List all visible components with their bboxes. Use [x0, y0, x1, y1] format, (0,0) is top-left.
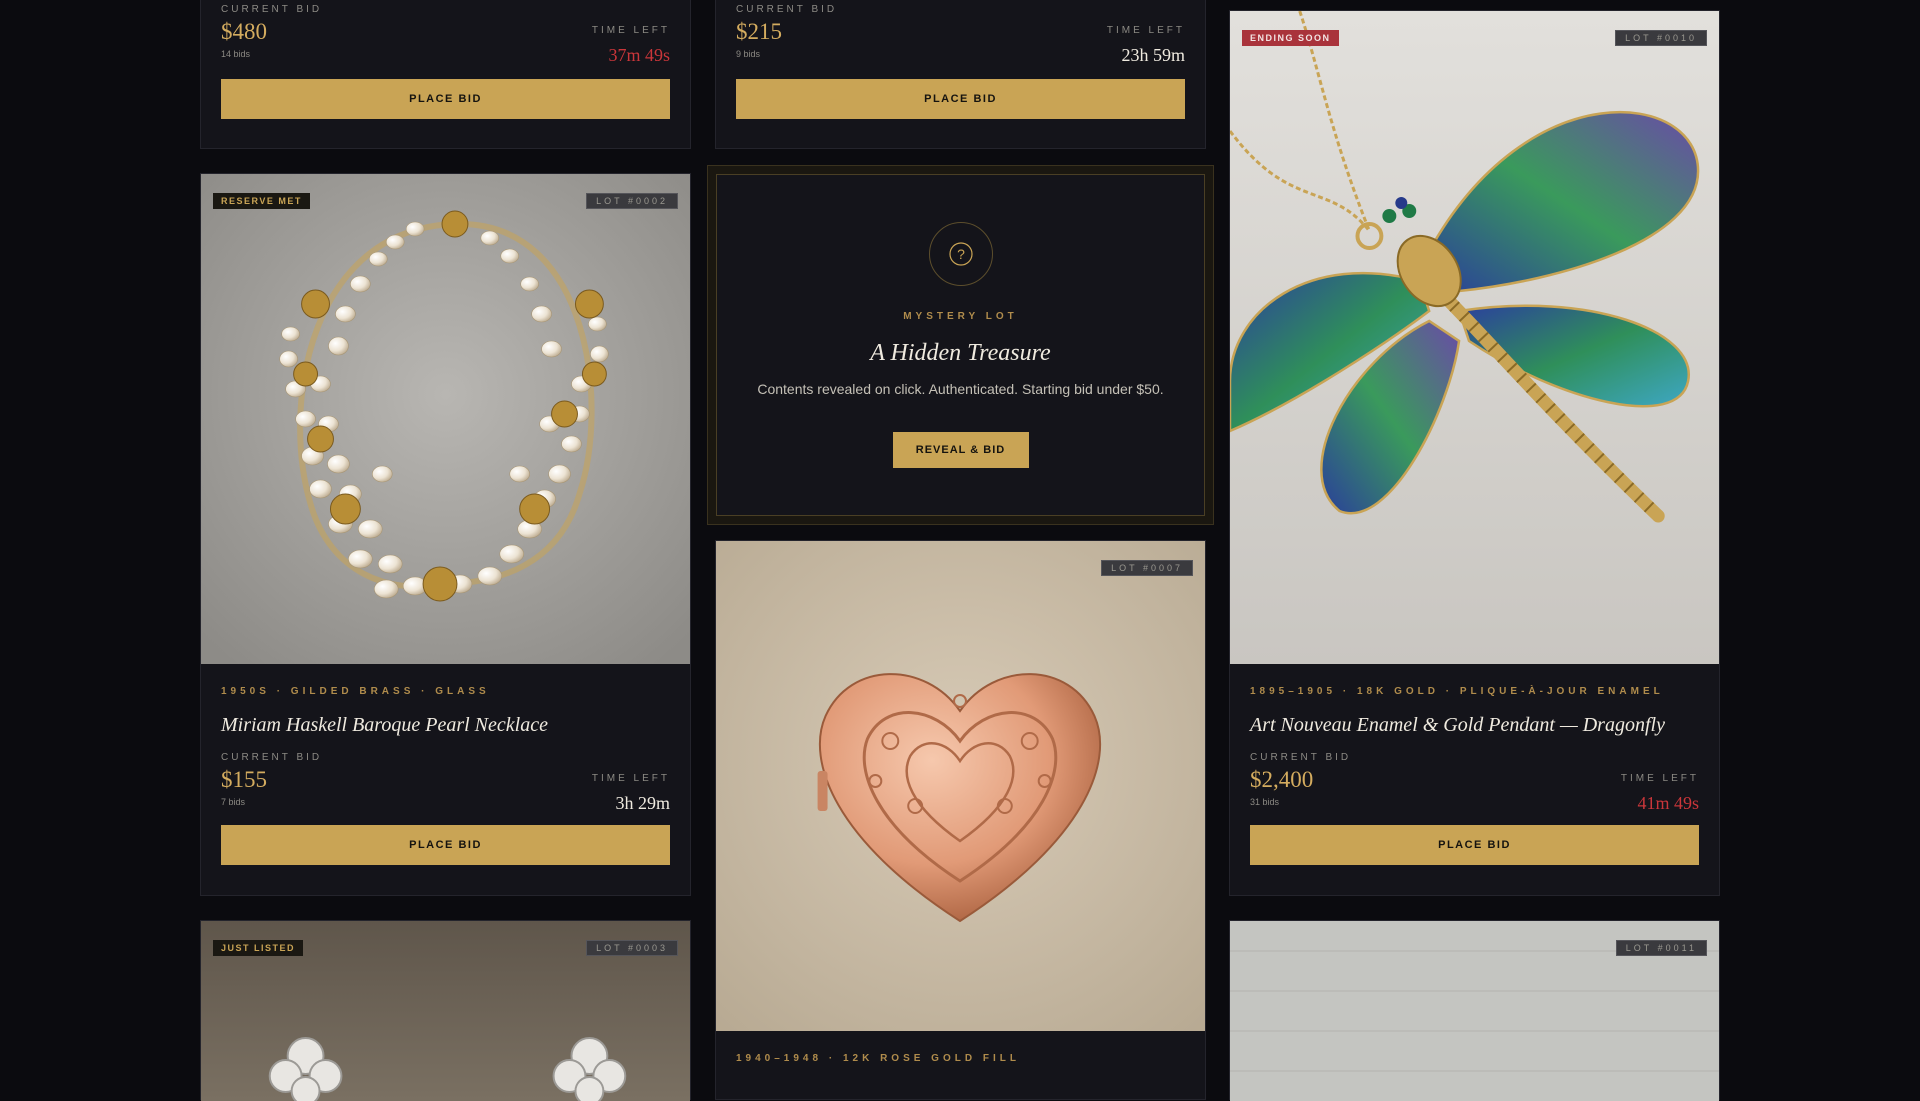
lot-photo[interactable]: LOT #0007	[716, 541, 1205, 1031]
lot-title[interactable]: Art Nouveau Enamel & Gold Pendant — Drag…	[1250, 714, 1699, 737]
current-bid-label: CURRENT BID	[221, 752, 323, 763]
lot-photo[interactable]: RESERVE MET LOT #0002	[201, 174, 690, 664]
current-bid-label: CURRENT BID	[221, 4, 323, 15]
dragonfly-pendant-image	[1230, 11, 1719, 664]
lot-number: LOT #0002	[586, 193, 678, 209]
time-left-label: TIME LEFT	[591, 773, 670, 784]
mystery-label: MYSTERY LOT	[903, 311, 1018, 322]
lot-photo[interactable]: JUST LISTED LOT #0003	[201, 921, 690, 1101]
lot-meta: 1895–1905 · 18K GOLD · PLIQUE-À-JOUR ENA…	[1250, 686, 1664, 697]
status-badge: JUST LISTED	[213, 940, 304, 956]
lot-title[interactable]: Miriam Haskell Baroque Pearl Necklace	[221, 714, 670, 737]
bid-count: 14 bids	[221, 49, 251, 59]
mystery-lot-card[interactable]: ? MYSTERY LOT A Hidden Treasure Contents…	[707, 165, 1214, 525]
auction-card[interactable]: LOT #0007 1940–1948 · 12K ROSE GOLD FILL	[715, 540, 1206, 1100]
mystery-description: Contents revealed on click. Authenticate…	[757, 381, 1164, 397]
time-left-value: 37m 49s	[608, 45, 670, 65]
auction-card[interactable]: LOT #0011	[1229, 920, 1720, 1101]
lot-number: LOT #0007	[1101, 560, 1193, 576]
current-bid-value: $155	[221, 767, 267, 792]
current-bid-value: $2,400	[1250, 767, 1314, 792]
lot-number: LOT #0011	[1615, 940, 1707, 956]
pearl-necklace-image	[201, 174, 690, 664]
mystery-lot-frame: ? MYSTERY LOT A Hidden Treasure Contents…	[716, 174, 1205, 516]
time-left-label: TIME LEFT	[1106, 25, 1185, 36]
bid-count: 31 bids	[1250, 797, 1280, 807]
lot-meta: 1950S · GILDED BRASS · GLASS	[221, 686, 490, 697]
auction-card[interactable]: JUST LISTED LOT #0003	[200, 920, 691, 1101]
mystery-title: A Hidden Treasure	[870, 340, 1051, 366]
reveal-and-bid-button[interactable]: REVEAL & BID	[892, 432, 1029, 468]
heart-locket-image	[716, 541, 1205, 1031]
auction-card-partial: CURRENT BID $480 14 bids TIME LEFT 37m 4…	[200, 0, 691, 149]
time-left-value: 3h 29m	[615, 793, 670, 813]
current-bid-label: CURRENT BID	[736, 4, 838, 15]
place-bid-button[interactable]: PLACE BID	[736, 79, 1185, 119]
lot-photo[interactable]: ENDING SOON LOT #0010	[1230, 11, 1719, 664]
current-bid-label: CURRENT BID	[1250, 752, 1352, 763]
auction-card[interactable]: RESERVE MET LOT #0002 1950S · GILDED BRA…	[200, 173, 691, 896]
bid-count: 9 bids	[736, 49, 761, 59]
place-bid-button[interactable]: PLACE BID	[1250, 825, 1699, 865]
place-bid-button[interactable]: PLACE BID	[221, 79, 670, 119]
auction-card[interactable]: ENDING SOON LOT #0010 1895–1905 · 18K GO…	[1229, 10, 1720, 896]
time-left-value: 41m 49s	[1637, 793, 1699, 813]
time-left-value: 23h 59m	[1121, 45, 1185, 65]
time-left-label: TIME LEFT	[591, 25, 670, 36]
place-bid-button[interactable]: PLACE BID	[221, 825, 670, 865]
lot-photo[interactable]: LOT #0011	[1230, 921, 1719, 1101]
current-bid-value: $480	[221, 19, 267, 44]
time-left-label: TIME LEFT	[1620, 773, 1699, 784]
status-badge: ENDING SOON	[1242, 30, 1339, 46]
auction-card-partial: CURRENT BID $215 9 bids TIME LEFT 23h 59…	[715, 0, 1206, 149]
current-bid-value: $215	[736, 19, 782, 44]
question-icon: ?	[928, 222, 993, 286]
lot-number: LOT #0003	[586, 940, 678, 956]
bid-count: 7 bids	[221, 797, 246, 807]
lot-number: LOT #0010	[1615, 30, 1707, 46]
lot-meta: 1940–1948 · 12K ROSE GOLD FILL	[736, 1053, 1020, 1064]
status-badge: RESERVE MET	[213, 193, 310, 209]
svg-text:?: ?	[957, 246, 965, 262]
